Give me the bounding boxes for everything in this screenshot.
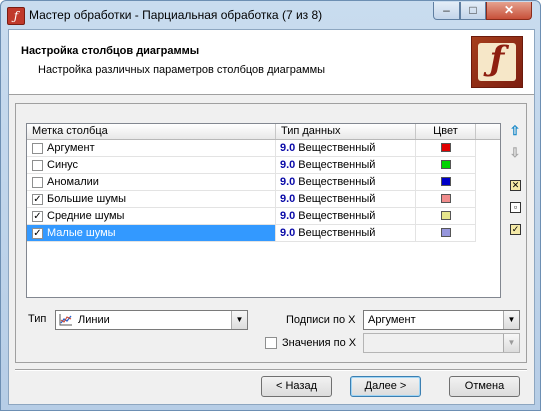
column-header-color[interactable]: Цвет <box>416 124 476 139</box>
label-cell[interactable]: Аномалии <box>27 174 276 191</box>
settings-panel: Метка столбца Тип данных Цвет Аргумент 9.… <box>15 103 527 363</box>
type-prefix: 9.0 <box>280 176 296 188</box>
move-up-arrow-icon[interactable]: ⇧ <box>507 123 523 139</box>
x-labels-value: Аргумент <box>368 314 416 326</box>
color-cell[interactable] <box>416 208 476 225</box>
color-cell[interactable] <box>416 174 476 191</box>
table-row[interactable]: ✓ Малые шумы 9.0 Вещественный <box>27 225 500 242</box>
close-button[interactable]: ✕ <box>486 2 532 20</box>
app-logo-icon: ƒ <box>7 7 25 25</box>
color-swatch[interactable] <box>441 211 451 220</box>
color-swatch[interactable] <box>441 143 451 152</box>
check-all-icon[interactable]: ✓ <box>510 224 521 235</box>
uncheck-all-icon[interactable]: ✕ <box>510 180 521 191</box>
step-title: Настройка столбцов диаграммы <box>21 45 200 57</box>
row-label: Большие шумы <box>47 193 127 205</box>
maximize-button[interactable]: □ <box>460 2 486 20</box>
column-header-type[interactable]: Тип данных <box>276 124 416 139</box>
color-cell[interactable] <box>416 157 476 174</box>
type-cell[interactable]: 9.0 Вещественный <box>276 140 416 157</box>
row-checkbox[interactable]: ✓ <box>32 228 43 239</box>
x-values-checkbox[interactable] <box>265 337 277 349</box>
row-checkbox[interactable]: ✓ <box>32 211 43 222</box>
type-cell[interactable]: 9.0 Вещественный <box>276 225 416 242</box>
step-subtitle: Настройка различных параметров столбцов … <box>38 64 326 76</box>
row-checkbox[interactable] <box>32 160 43 171</box>
type-prefix: 9.0 <box>280 142 296 154</box>
row-label: Средние шумы <box>47 210 125 222</box>
type-value: Вещественный <box>298 176 376 188</box>
type-prefix: 9.0 <box>280 193 296 205</box>
color-swatch[interactable] <box>441 228 451 237</box>
x-values-label: Значения по X <box>282 337 357 349</box>
chevron-down-icon[interactable]: ▼ <box>231 311 247 329</box>
row-checkbox[interactable] <box>32 177 43 188</box>
table-row[interactable]: ✓ Большие шумы 9.0 Вещественный <box>27 191 500 208</box>
window-title: Мастер обработки - Парциальная обработка… <box>29 8 323 22</box>
type-cell[interactable]: 9.0 Вещественный <box>276 208 416 225</box>
type-value: Вещественный <box>298 159 376 171</box>
logo-glyph-icon: ƒ <box>489 39 505 79</box>
row-label: Аргумент <box>47 142 95 154</box>
chart-type-value: Линии <box>78 314 110 326</box>
table-row[interactable]: Синус 9.0 Вещественный <box>27 157 500 174</box>
type-prefix: 9.0 <box>280 159 296 171</box>
color-swatch[interactable] <box>441 194 451 203</box>
type-cell[interactable]: 9.0 Вещественный <box>276 157 416 174</box>
row-label: Аномалии <box>47 176 99 188</box>
label-cell[interactable]: ✓ Большие шумы <box>27 191 276 208</box>
wizard-client-area: Настройка столбцов диаграммы Настройка р… <box>8 29 535 405</box>
columns-grid[interactable]: Метка столбца Тип данных Цвет Аргумент 9.… <box>26 123 501 298</box>
row-checkbox[interactable]: ✓ <box>32 194 43 205</box>
color-cell[interactable] <box>416 191 476 208</box>
label-cell[interactable]: Синус <box>27 157 276 174</box>
chevron-down-icon[interactable]: ▼ <box>503 334 519 352</box>
footer-divider <box>15 369 527 371</box>
type-cell[interactable]: 9.0 Вещественный <box>276 191 416 208</box>
product-logo: ƒ <box>471 36 523 88</box>
move-down-arrow-icon[interactable]: ⇩ <box>507 145 523 161</box>
type-value: Вещественный <box>298 142 376 154</box>
color-swatch[interactable] <box>441 177 451 186</box>
grid-header: Метка столбца Тип данных Цвет <box>27 124 500 140</box>
color-cell[interactable] <box>416 140 476 157</box>
color-cell[interactable] <box>416 225 476 242</box>
row-label: Синус <box>47 159 79 171</box>
wizard-window: ƒ Мастер обработки - Парциальная обработ… <box>0 0 541 411</box>
chevron-down-icon[interactable]: ▼ <box>503 311 519 329</box>
table-row[interactable]: Аргумент 9.0 Вещественный <box>27 140 500 157</box>
minimize-button[interactable]: – <box>433 2 460 20</box>
color-swatch[interactable] <box>441 160 451 169</box>
copy-icon[interactable]: ▫ <box>510 202 521 213</box>
type-cell[interactable]: 9.0 Вещественный <box>276 174 416 191</box>
wizard-header: Настройка столбцов диаграммы Настройка р… <box>9 30 534 95</box>
back-button[interactable]: < Назад <box>261 376 332 397</box>
line-chart-icon <box>59 314 72 326</box>
cancel-button[interactable]: Отмена <box>449 376 520 397</box>
row-checkbox[interactable] <box>32 143 43 154</box>
label-cell[interactable]: ✓ Средние шумы <box>27 208 276 225</box>
type-value: Вещественный <box>298 193 376 205</box>
column-header-label[interactable]: Метка столбца <box>27 124 276 139</box>
label-cell[interactable]: ✓ Малые шумы <box>27 225 276 242</box>
table-row[interactable]: Аномалии 9.0 Вещественный <box>27 174 500 191</box>
x-labels-select[interactable]: Аргумент ▼ <box>363 310 520 330</box>
table-row[interactable]: ✓ Средние шумы 9.0 Вещественный <box>27 208 500 225</box>
next-button[interactable]: Далее > <box>350 376 421 397</box>
row-label: Малые шумы <box>47 227 116 239</box>
chart-type-select[interactable]: Линии ▼ <box>55 310 248 330</box>
type-label: Тип <box>28 313 47 325</box>
type-prefix: 9.0 <box>280 210 296 222</box>
x-values-select[interactable]: ▼ <box>363 333 520 353</box>
type-prefix: 9.0 <box>280 227 296 239</box>
title-bar[interactable]: ƒ Мастер обработки - Парциальная обработ… <box>1 1 540 28</box>
x-labels-label: Подписи по X <box>286 314 356 326</box>
type-value: Вещественный <box>298 227 376 239</box>
label-cell[interactable]: Аргумент <box>27 140 276 157</box>
type-value: Вещественный <box>298 210 376 222</box>
